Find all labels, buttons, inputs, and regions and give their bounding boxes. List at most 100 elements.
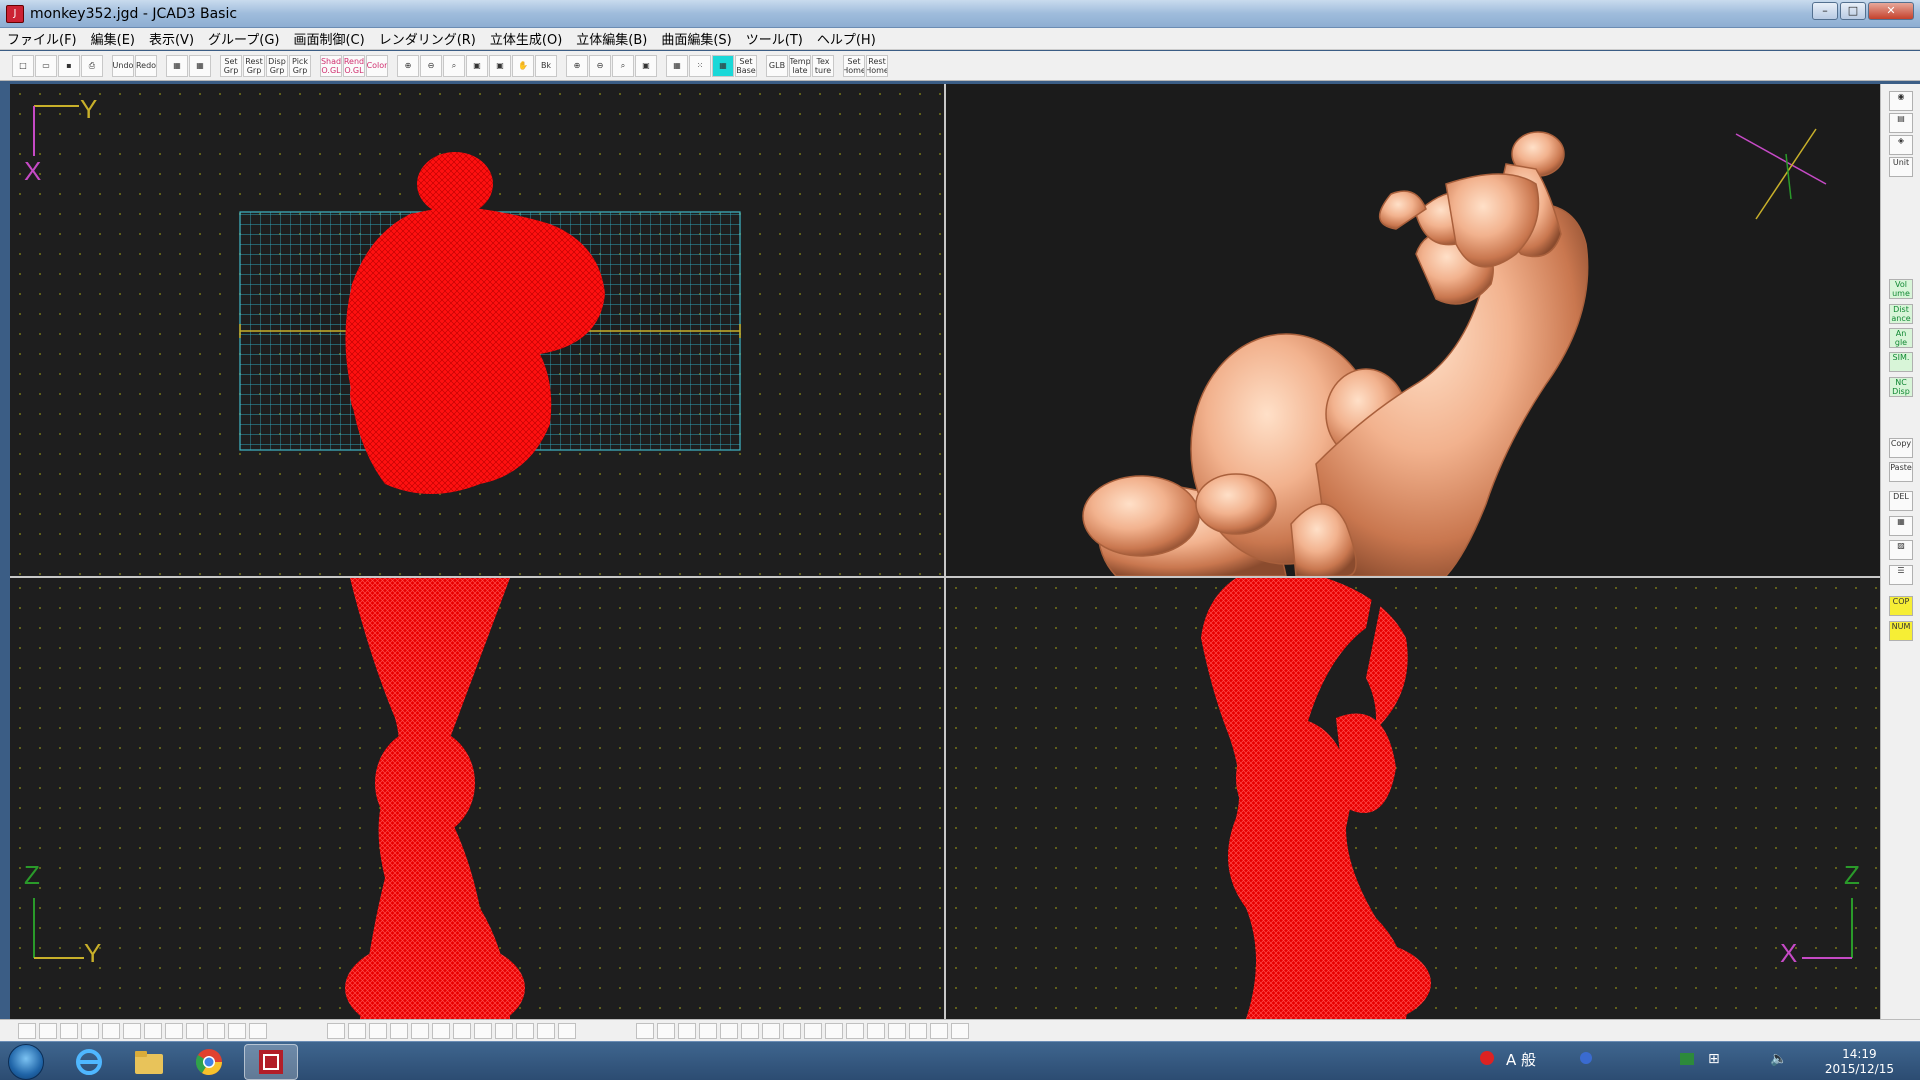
bottom-tool-button[interactable]	[390, 1022, 408, 1039]
undo-button[interactable]: Undo	[112, 54, 134, 77]
redo-button[interactable]: Redo	[135, 54, 157, 77]
rest-home-button[interactable]: Rest Home	[866, 54, 888, 77]
zoom-in-button[interactable]: ⊕	[397, 54, 419, 77]
group-b-button[interactable]: ▦	[189, 54, 211, 77]
bottom-tool-button[interactable]	[165, 1022, 183, 1039]
bottom-tool-button[interactable]	[762, 1022, 780, 1039]
menu-item-1[interactable]: 編集(E)	[84, 29, 142, 48]
close-button[interactable]: ✕	[1868, 2, 1914, 20]
rt-unit-button[interactable]: Unit	[1889, 157, 1913, 178]
minimize-button[interactable]: –	[1812, 2, 1838, 20]
bottom-tool-button[interactable]	[558, 1022, 576, 1039]
rt-num-button[interactable]: NUM	[1889, 620, 1913, 641]
menu-item-6[interactable]: 立体生成(O)	[483, 29, 569, 48]
viewport-splitter-vertical[interactable]	[944, 84, 946, 1019]
menu-item-3[interactable]: グループ(G)	[201, 29, 286, 48]
rt-distance-button[interactable]: Dist ance	[1889, 303, 1913, 324]
bottom-tool-button[interactable]	[369, 1022, 387, 1039]
set-home-button[interactable]: Set Home	[843, 54, 865, 77]
rt-copy-button[interactable]: Copy	[1889, 437, 1913, 458]
menu-item-9[interactable]: ツール(T)	[739, 29, 810, 48]
start-button[interactable]	[8, 1044, 44, 1080]
task-jcad3[interactable]	[244, 1044, 298, 1080]
bottom-tool-button[interactable]	[123, 1022, 141, 1039]
snap-button[interactable]: ⁙	[689, 54, 711, 77]
zoom-red-4-button[interactable]: ▣	[635, 54, 657, 77]
rt-nc-disp-button[interactable]: NC Disp	[1889, 376, 1913, 397]
maximize-button[interactable]: □	[1840, 2, 1866, 20]
rt-angle-button[interactable]: An gle	[1889, 328, 1913, 348]
zoom-out-button[interactable]: ⊖	[420, 54, 442, 77]
zoom-fit-button[interactable]: ⌕	[443, 54, 465, 77]
rt-tree-button[interactable]: ☰	[1889, 564, 1913, 585]
pick-grp-button[interactable]: Pick Grp	[289, 54, 311, 77]
bottom-tool-button[interactable]	[825, 1022, 843, 1039]
bottom-tool-button[interactable]	[207, 1022, 225, 1039]
disp-grp-button[interactable]: Disp Grp	[266, 54, 288, 77]
viewport-splitter-horizontal[interactable]	[10, 576, 1880, 578]
menu-item-8[interactable]: 曲面編集(S)	[654, 29, 738, 48]
bottom-tool-button[interactable]	[495, 1022, 513, 1039]
template-button[interactable]: Temp late	[789, 54, 811, 77]
bottom-tool-button[interactable]	[741, 1022, 759, 1039]
bottom-tool-button[interactable]	[144, 1022, 162, 1039]
bottom-tool-button[interactable]	[537, 1022, 555, 1039]
view-b-button[interactable]: ▣	[489, 54, 511, 77]
menu-item-7[interactable]: 立体編集(B)	[569, 29, 654, 48]
bottom-tool-button[interactable]	[249, 1022, 267, 1039]
rt-img-button[interactable]: ▨	[1889, 540, 1913, 561]
bottom-tool-button[interactable]	[18, 1022, 36, 1039]
rt-grid-button[interactable]: ▦	[1889, 515, 1913, 536]
bottom-tool-button[interactable]	[657, 1022, 675, 1039]
bottom-tool-button[interactable]	[636, 1022, 654, 1039]
bottom-tool-button[interactable]	[699, 1022, 717, 1039]
bottom-tool-button[interactable]	[846, 1022, 864, 1039]
zoom-red-1-button[interactable]: ⊕	[566, 54, 588, 77]
color-button[interactable]: Color	[366, 54, 388, 77]
viewport-top[interactable]: Y X	[10, 84, 944, 576]
viewport-perspective[interactable]	[946, 84, 1880, 576]
print-button[interactable]: ⎙	[81, 54, 103, 77]
viewport-side[interactable]: Z X	[946, 578, 1880, 1019]
bottom-tool-button[interactable]	[102, 1022, 120, 1039]
rt-sim-button[interactable]: SIM.	[1889, 352, 1913, 373]
rt-disp-button[interactable]: ▤	[1889, 113, 1913, 134]
zoom-red-3-button[interactable]: ⌕	[612, 54, 634, 77]
help-icon[interactable]	[1580, 1052, 1592, 1064]
rt-layer-button[interactable]: ◈	[1889, 135, 1913, 156]
pan-button[interactable]: ✋	[512, 54, 534, 77]
menu-item-10[interactable]: ヘルプ(H)	[810, 29, 883, 48]
menu-item-0[interactable]: ファイル(F)	[0, 29, 84, 48]
set-base-button[interactable]: Set Base	[735, 54, 757, 77]
new-file-button[interactable]: □	[12, 54, 34, 77]
bottom-tool-button[interactable]	[909, 1022, 927, 1039]
volume-icon[interactable]: 🔈	[1770, 1051, 1787, 1067]
task-chrome[interactable]	[182, 1044, 236, 1080]
windows-icon[interactable]: ⊞	[1708, 1051, 1720, 1067]
network-icon[interactable]	[1680, 1053, 1694, 1065]
zoom-red-2-button[interactable]: ⊖	[589, 54, 611, 77]
save-file-button[interactable]: ▪	[58, 54, 80, 77]
rt-paste-button[interactable]: Paste	[1889, 462, 1913, 483]
menu-item-5[interactable]: レンダリング(R)	[372, 29, 483, 48]
set-grp-button[interactable]: Set Grp	[220, 54, 242, 77]
bottom-tool-button[interactable]	[60, 1022, 78, 1039]
bottom-tool-button[interactable]	[411, 1022, 429, 1039]
bottom-tool-button[interactable]	[516, 1022, 534, 1039]
bottom-tool-button[interactable]	[867, 1022, 885, 1039]
bottom-tool-button[interactable]	[804, 1022, 822, 1039]
rt-volume-button[interactable]: Vol ume	[1889, 279, 1913, 300]
rt-del-button[interactable]: DEL	[1889, 491, 1913, 512]
bottom-tool-button[interactable]	[348, 1022, 366, 1039]
bottom-tool-button[interactable]	[951, 1022, 969, 1039]
bottom-tool-button[interactable]	[930, 1022, 948, 1039]
glb-button[interactable]: GLB	[766, 54, 788, 77]
rt-cop-button[interactable]: COP	[1889, 596, 1913, 617]
ime-mode[interactable]: A 般	[1506, 1049, 1536, 1070]
view-a-button[interactable]: ▣	[466, 54, 488, 77]
back-button[interactable]: Bk	[535, 54, 557, 77]
bottom-tool-button[interactable]	[888, 1022, 906, 1039]
rt-eye-button[interactable]: ◉	[1889, 91, 1913, 112]
group-a-button[interactable]: ▦	[166, 54, 188, 77]
app-icon[interactable]: J	[6, 4, 24, 23]
